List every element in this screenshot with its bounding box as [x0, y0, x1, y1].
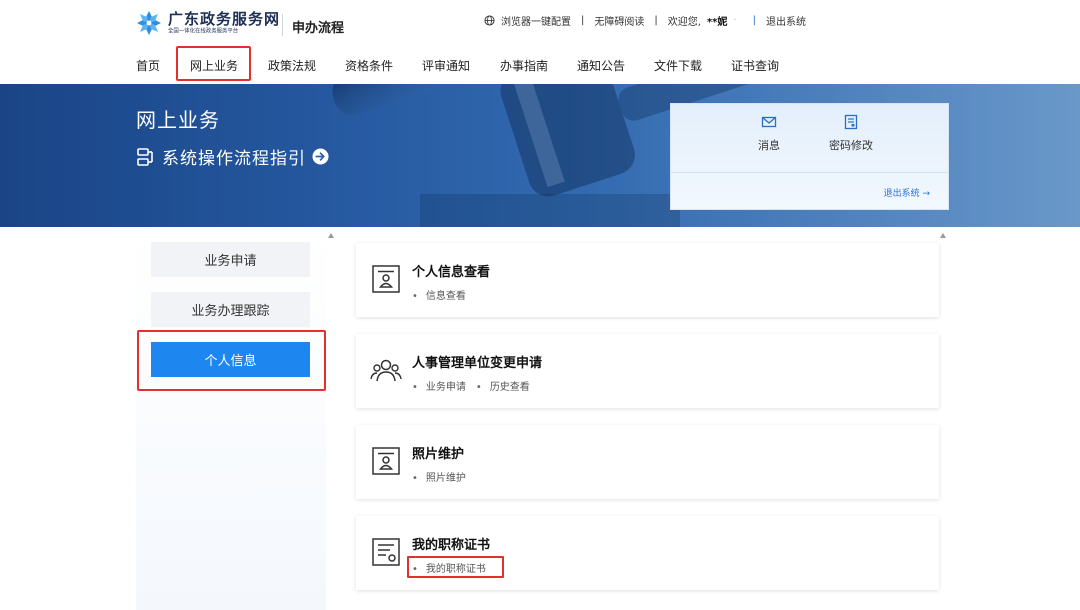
- card-personal-info-view: 个人信息查看 信息查看: [356, 243, 939, 317]
- product-name: 申办流程: [292, 21, 345, 36]
- separator: |: [752, 14, 756, 26]
- user-name[interactable]: **妮: [707, 13, 727, 28]
- card-photo-maintenance: 照片维护 照片维护: [356, 425, 939, 499]
- card-my-title-certificate: 我的职称证书 我的职称证书: [356, 516, 939, 590]
- arrow-circle-icon: [312, 148, 329, 165]
- messages-label: 消息: [758, 139, 780, 152]
- card-links: 信息查看: [412, 287, 476, 302]
- site-logo[interactable]: 广东政务服务网 全国一体化在线政务服务平台: [136, 10, 280, 36]
- top-header: 广东政务服务网 全国一体化在线政务服务平台 申办流程 浏览器一键配置 | 无障碍…: [0, 0, 1080, 44]
- nav-item-announcements[interactable]: 通知公告: [577, 57, 625, 74]
- panel-divider: [671, 172, 948, 173]
- logo-subtitle: 全国一体化在线政务服务平台: [168, 27, 239, 34]
- user-panel: 消息 密码修改 退出系统 →: [670, 103, 949, 210]
- sidebar: [136, 227, 326, 610]
- accessibility-link[interactable]: 无障碍阅读: [594, 13, 644, 28]
- sidebar-annotation-box: [137, 330, 326, 391]
- card-link[interactable]: 历史查看: [476, 378, 530, 393]
- content-scroll-up-icon[interactable]: [940, 233, 946, 238]
- id-card-icon: [372, 265, 400, 293]
- nav-item-policies[interactable]: 政策法规: [268, 57, 316, 74]
- photo-id-icon: [372, 447, 400, 475]
- header-divider: [282, 14, 283, 36]
- nav-item-certificate-query[interactable]: 证书查询: [731, 57, 779, 74]
- nav-item-review-notices[interactable]: 评审通知: [422, 57, 470, 74]
- guide-text: 系统操作流程指引: [162, 149, 306, 169]
- top-links: 浏览器一键配置 | 无障碍阅读 | 欢迎您, **妮 · | 退出系统: [484, 12, 806, 28]
- nav-item-home[interactable]: 首页: [136, 57, 160, 74]
- nav-item-qualifications[interactable]: 资格条件: [345, 57, 393, 74]
- main-nav: 首页 网上业务 政策法规 资格条件 评审通知 办事指南 通知公告 文件下载 证书…: [0, 50, 1080, 82]
- nav-item-downloads[interactable]: 文件下载: [654, 57, 702, 74]
- logo-icon: [137, 11, 161, 35]
- welcome-text: 欢迎您,: [667, 16, 701, 28]
- certificate-icon: [372, 538, 400, 566]
- card-title: 人事管理单位变更申请: [412, 356, 543, 371]
- card-unit-change-application: 人事管理单位变更申请 业务申请 历史查看: [356, 334, 939, 408]
- sidebar-item-business-application[interactable]: 业务申请: [151, 242, 310, 277]
- password-change-label: 密码修改: [829, 139, 873, 152]
- password-doc-icon: [844, 114, 858, 130]
- card-link[interactable]: 照片维护: [412, 469, 466, 484]
- sidebar-scroll-up-icon[interactable]: [328, 233, 334, 238]
- logout-link[interactable]: 退出系统: [766, 13, 806, 28]
- people-icon: [370, 359, 402, 382]
- card-title: 照片维护: [412, 447, 465, 462]
- sidebar-item-business-tracking[interactable]: 业务办理跟踪: [151, 292, 310, 327]
- guide-icon: [137, 147, 153, 166]
- panel-logout-link[interactable]: 退出系统 →: [884, 186, 930, 199]
- nav-item-guide[interactable]: 办事指南: [500, 57, 548, 74]
- card-title: 个人信息查看: [412, 265, 491, 280]
- globe-icon: [484, 14, 495, 26]
- separator: |: [654, 14, 658, 26]
- card-title: 我的职称证书: [412, 538, 491, 553]
- password-change-button[interactable]: 密码修改: [821, 114, 881, 153]
- logo-title: 广东政务服务网: [168, 9, 281, 28]
- messages-button[interactable]: 消息: [739, 114, 799, 153]
- banner-title: 网上业务: [136, 108, 220, 132]
- separator: ·: [733, 14, 737, 26]
- process-guide-link[interactable]: 系统操作流程指引: [136, 144, 329, 169]
- card-links: 业务申请 历史查看: [412, 378, 540, 393]
- separator: |: [581, 14, 585, 26]
- certificate-annotation-box: [407, 556, 504, 578]
- card-links: 照片维护: [412, 469, 476, 484]
- card-link[interactable]: 信息查看: [412, 287, 466, 302]
- nav-annotation-box: [176, 46, 251, 81]
- browser-config-link[interactable]: 浏览器一键配置: [501, 13, 571, 28]
- envelope-icon: [761, 116, 777, 128]
- card-link[interactable]: 业务申请: [412, 378, 466, 393]
